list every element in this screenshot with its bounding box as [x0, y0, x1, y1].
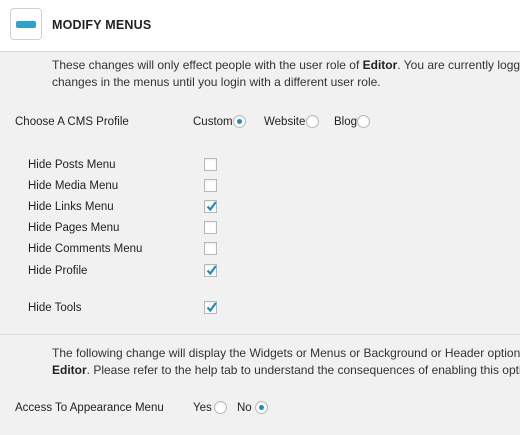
hide-links-menu-checkbox[interactable] [204, 200, 217, 213]
role-notice-line-1: These changes will only effect people wi… [52, 57, 520, 74]
hide-comments-menu-label: Hide Comments Menu [28, 243, 143, 255]
role-name: Editor [362, 58, 398, 72]
cms-profile-blog-radio[interactable] [357, 115, 370, 128]
cms-profile-website-radio[interactable] [306, 115, 319, 128]
hide-media-menu-checkbox[interactable] [204, 179, 217, 192]
hide-links-menu-label: Hide Links Menu [28, 201, 114, 213]
checkmark-icon [206, 265, 217, 276]
hide-profile-label: Hide Profile [28, 265, 88, 277]
appearance-notice-line-1: The following change will display the Wi… [52, 346, 520, 360]
notice-text: These changes will only effect people wi… [52, 58, 363, 72]
hide-tools-label: Hide Tools [28, 302, 82, 314]
cms-profile-label: Choose A CMS Profile [15, 116, 129, 128]
appearance-no-radio[interactable] [255, 401, 268, 414]
hide-posts-menu-checkbox[interactable] [204, 158, 217, 171]
checkmark-icon [206, 201, 217, 212]
appearance-access-label: Access To Appearance Menu [15, 402, 164, 414]
hide-pages-menu-checkbox[interactable] [204, 221, 217, 234]
checkmark-icon [206, 302, 217, 313]
appearance-yes-label[interactable]: Yes [193, 402, 212, 414]
appearance-notice-line-2: Editor. Please refer to the help tab to … [52, 362, 520, 379]
appearance-no-label[interactable]: No [237, 402, 252, 414]
hide-posts-menu-label: Hide Posts Menu [28, 159, 116, 171]
cms-profile-website-label[interactable]: Website [264, 116, 305, 128]
menu-bar-icon [10, 8, 42, 40]
role-notice-line-2: changes in the menus until you login wit… [52, 75, 381, 89]
cms-profile-blog-label[interactable]: Blog [334, 116, 357, 128]
hide-profile-checkbox[interactable] [204, 264, 217, 277]
hide-media-menu-label: Hide Media Menu [28, 180, 119, 192]
hide-tools-checkbox[interactable] [204, 301, 217, 314]
cms-profile-custom-radio[interactable] [233, 115, 246, 128]
cms-profile-custom-label[interactable]: Custom [193, 116, 233, 128]
page-header: MODIFY MENUS [0, 0, 520, 52]
notice-text: . Please refer to the help tab to unders… [86, 363, 520, 377]
section-divider [0, 334, 520, 335]
page-title: MODIFY MENUS [52, 18, 152, 32]
appearance-yes-radio[interactable] [214, 401, 227, 414]
notice-text: . You are currently logged [397, 58, 520, 72]
hide-pages-menu-label: Hide Pages Menu [28, 222, 120, 234]
role-name: Editor [52, 363, 87, 377]
hide-comments-menu-checkbox[interactable] [204, 242, 217, 255]
